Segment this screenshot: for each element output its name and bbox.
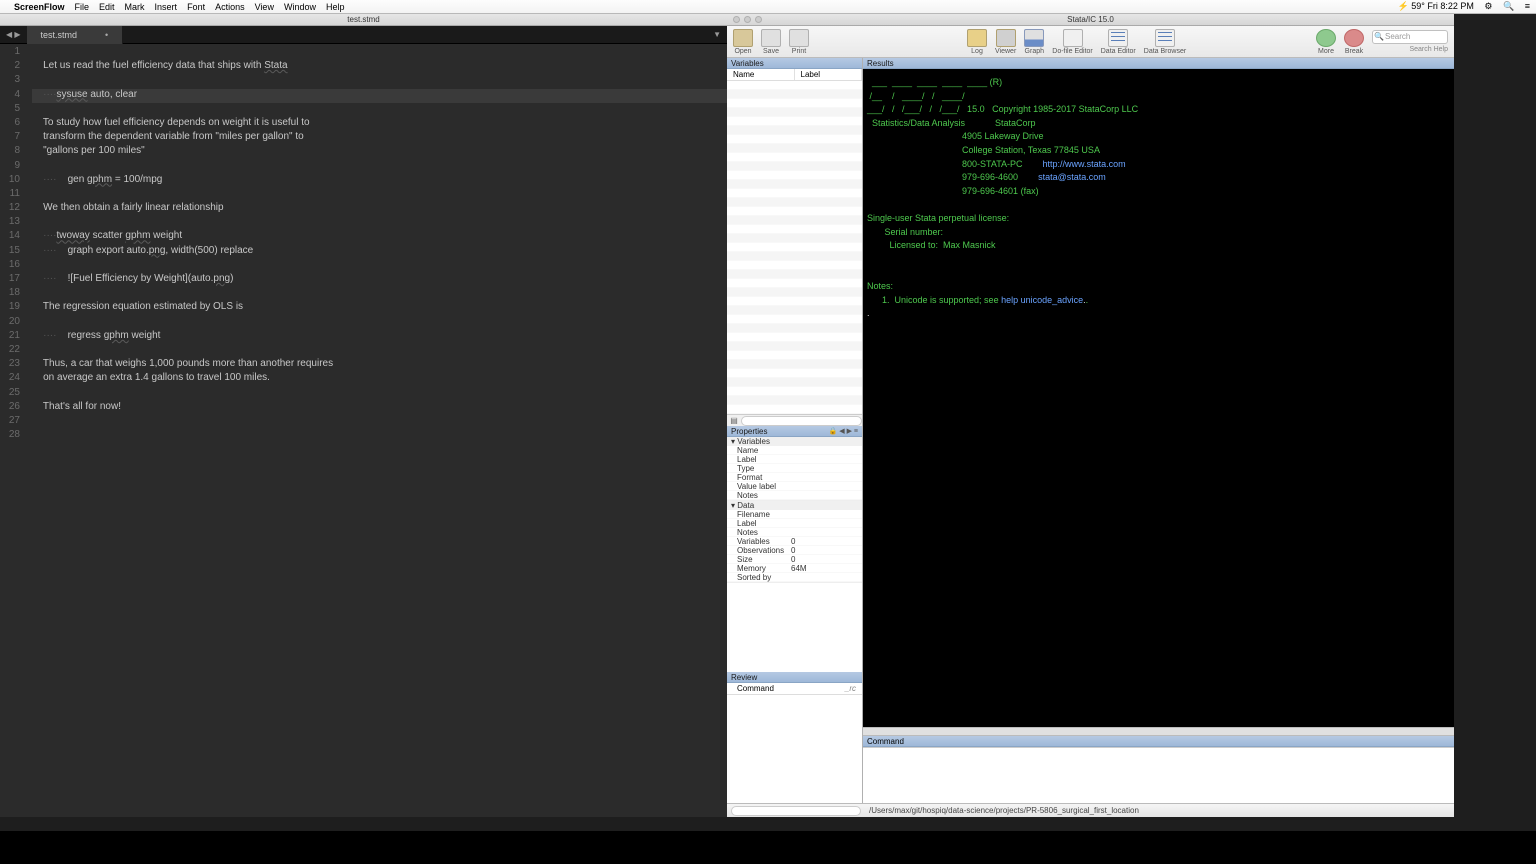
prop-row: Type — [727, 464, 862, 473]
tab-bar: ◀ ▶ test.stmd• ▼ — [0, 26, 727, 44]
open-button[interactable]: Open — [733, 29, 753, 55]
viewer-icon — [996, 29, 1016, 47]
dataed-icon — [1108, 29, 1128, 47]
review-body[interactable]: Command_rc — [727, 683, 862, 803]
break-button[interactable]: Break — [1344, 29, 1364, 55]
menubar-app[interactable]: ScreenFlow — [14, 2, 65, 12]
editor-titlebar: test.stmd — [0, 14, 727, 26]
traffic-lights[interactable] — [733, 16, 762, 23]
variables-list[interactable] — [727, 81, 862, 414]
results-area[interactable]: ___ ____ ____ ____ ____ (R) /__ / ____/ … — [863, 69, 1454, 727]
menu-help[interactable]: Help — [326, 2, 345, 12]
prop-row: Size0 — [727, 555, 862, 564]
prop-row: Value label — [727, 482, 862, 491]
menu-window[interactable]: Window — [284, 2, 316, 12]
filter-input[interactable] — [741, 416, 862, 426]
prop-row: Name — [727, 446, 862, 455]
command-input[interactable] — [863, 747, 1454, 803]
prop-row: Variables0 — [727, 537, 862, 546]
menu-actions[interactable]: Actions — [215, 2, 245, 12]
col-name[interactable]: Name — [727, 69, 795, 80]
databr-icon — [1155, 29, 1175, 47]
folder-icon — [733, 29, 753, 47]
save-button[interactable]: Save — [761, 29, 781, 55]
working-directory: /Users/max/git/hospiq/data-science/proje… — [869, 806, 1450, 815]
search-help-label: Search Help — [1409, 46, 1448, 53]
filter-btn[interactable]: ▤ — [727, 416, 741, 425]
menu-insert[interactable]: Insert — [155, 2, 178, 12]
graph-button[interactable]: Graph — [1024, 29, 1044, 55]
more-icon — [1316, 29, 1336, 47]
properties-body: ▾ Variables NameLabelTypeFormatValue lab… — [727, 437, 862, 672]
prop-row: Filename — [727, 510, 862, 519]
stata-titlebar: Stata/IC 15.0 — [727, 14, 1454, 26]
databrowser-button[interactable]: Data Browser — [1144, 29, 1186, 55]
tab-nav-arrows[interactable]: ◀ ▶ — [0, 30, 27, 39]
prop-row: Label — [727, 455, 862, 464]
search-input[interactable]: Search — [1372, 30, 1448, 44]
menubar-status[interactable]: ⚡ 59° Fri 8:22 PM ⚙ 🔍 ≡ — [1390, 1, 1530, 12]
prop-row: Notes — [727, 491, 862, 500]
side-panels: Variables Name Label ▤ Properties🔒 ◀ ▶ ≡… — [727, 58, 863, 803]
editor-area[interactable]: 1234567891011121314151617181920212223242… — [0, 44, 727, 817]
results-header[interactable]: Results — [863, 58, 1454, 69]
tab-dirty-indicator[interactable]: • — [105, 30, 108, 40]
editor-window: test.stmd ◀ ▶ test.stmd• ▼ 1234567891011… — [0, 14, 727, 817]
macos-menubar: ScreenFlow File Edit Mark Insert Font Ac… — [0, 0, 1536, 14]
status-search[interactable] — [731, 806, 861, 816]
menu-edit[interactable]: Edit — [99, 2, 115, 12]
code-area[interactable]: Let us read the fuel efficiency data tha… — [26, 44, 727, 817]
prop-group-data[interactable]: ▾ Data — [727, 501, 862, 510]
variables-columns: Name Label — [727, 69, 862, 81]
tab-test-stmd[interactable]: test.stmd• — [27, 26, 124, 44]
menu-mark[interactable]: Mark — [125, 2, 145, 12]
menu-view[interactable]: View — [255, 2, 274, 12]
print-button[interactable]: Print — [789, 29, 809, 55]
menu-font[interactable]: Font — [187, 2, 205, 12]
viewer-button[interactable]: Viewer — [995, 29, 1016, 55]
graph-icon — [1024, 29, 1044, 47]
results-pane: Results ___ ____ ____ ____ ____ (R) /__ … — [863, 58, 1454, 803]
dataeditor-button[interactable]: Data Editor — [1101, 29, 1136, 55]
prop-row: Sorted by — [727, 573, 862, 582]
print-icon — [789, 29, 809, 47]
properties-header[interactable]: Properties🔒 ◀ ▶ ≡ — [727, 426, 862, 437]
prop-row: Observations0 — [727, 546, 862, 555]
col-label[interactable]: Label — [795, 69, 863, 80]
command-header[interactable]: Command — [863, 736, 1454, 747]
prop-row: Notes — [727, 528, 862, 537]
variables-header[interactable]: Variables — [727, 58, 862, 69]
more-button[interactable]: More — [1316, 29, 1336, 55]
prop-row: Label — [727, 519, 862, 528]
dofile-button[interactable]: Do-file Editor — [1052, 29, 1092, 55]
prop-row: Format — [727, 473, 862, 482]
tab-dropdown[interactable]: ▼ — [707, 30, 727, 39]
log-icon — [967, 29, 987, 47]
line-gutter: 1234567891011121314151617181920212223242… — [0, 44, 26, 817]
log-button[interactable]: Log — [967, 29, 987, 55]
review-header[interactable]: Review — [727, 672, 862, 683]
menu-file[interactable]: File — [75, 2, 90, 12]
prop-group-variables[interactable]: ▾ Variables — [727, 437, 862, 446]
save-icon — [761, 29, 781, 47]
results-scrollbar[interactable] — [863, 727, 1454, 736]
prop-row: Memory64M — [727, 564, 862, 573]
stata-window: Stata/IC 15.0 Open Save Print Log Viewer… — [727, 14, 1454, 817]
variables-filter: ▤ — [727, 414, 862, 426]
stata-statusbar: /Users/max/git/hospiq/data-science/proje… — [727, 803, 1454, 817]
stata-toolbar: Open Save Print Log Viewer Graph Do-file… — [727, 26, 1454, 58]
desktop-blackbar — [0, 831, 1536, 864]
break-icon — [1344, 29, 1364, 47]
dofile-icon — [1063, 29, 1083, 47]
